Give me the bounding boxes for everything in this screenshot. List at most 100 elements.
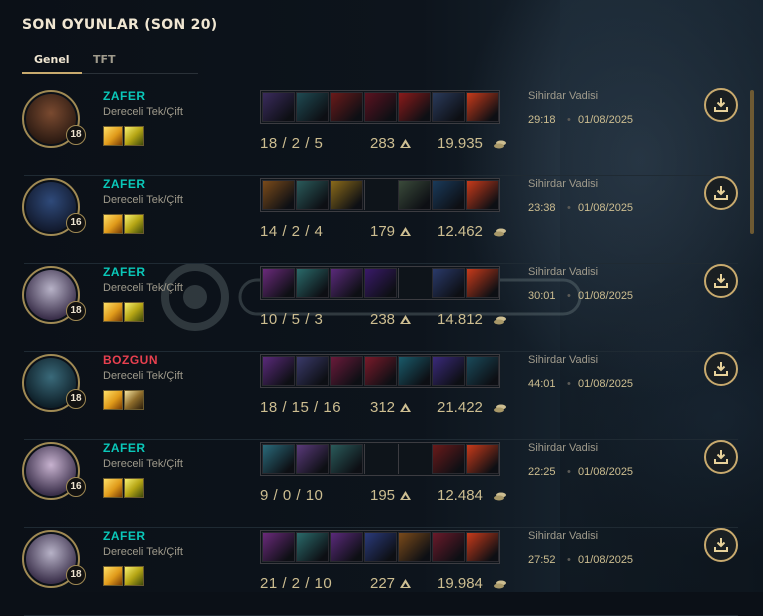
download-replay-button[interactable] — [704, 88, 738, 122]
minion-icon — [400, 227, 411, 236]
match-history-list: 18 ZAFER Dereceli Tek/Çift 18 / 2 / 5 28… — [22, 88, 742, 616]
download-icon — [714, 186, 728, 200]
download-icon — [714, 362, 728, 376]
item-slot-icon — [466, 92, 499, 122]
match-row[interactable]: 18 ZAFER Dereceli Tek/Çift 21 / 2 / 10 2… — [22, 528, 738, 616]
item-slot-icon — [364, 532, 397, 562]
empty-item-slot — [364, 444, 397, 474]
item-slot-icon — [262, 532, 295, 562]
scrollbar-thumb[interactable] — [750, 90, 754, 234]
gold-earned: 12.484 — [437, 487, 483, 504]
game-duration: 23:38 — [528, 202, 556, 214]
download-replay-button[interactable] — [704, 528, 738, 562]
gold-earned: 21.422 — [437, 399, 483, 416]
flash-spell-icon — [103, 214, 123, 234]
teleport-spell-icon — [124, 390, 144, 410]
creep-score: 283 — [370, 135, 396, 152]
gold-coins-icon — [494, 404, 506, 413]
game-date: 01/08/2025 — [578, 554, 634, 566]
download-replay-button[interactable] — [704, 264, 738, 298]
game-duration: 44:01 — [528, 378, 556, 390]
champion-level-badge: 18 — [66, 565, 86, 585]
kda-score: 18 / 2 / 5 — [260, 135, 324, 152]
item-slot-icon — [296, 180, 329, 210]
item-slot-icon — [296, 268, 329, 298]
game-duration: 27:52 — [528, 554, 556, 566]
scrollbar[interactable] — [750, 88, 754, 592]
queue-type: Dereceli Tek/Çift — [103, 546, 183, 558]
item-slot-icon — [330, 92, 363, 122]
summoner-spells — [103, 566, 147, 586]
item-slot-icon — [432, 268, 465, 298]
flash-spell-icon — [103, 302, 123, 322]
game-date: 01/08/2025 — [578, 378, 634, 390]
empty-item-slot — [398, 444, 431, 474]
item-slot-icon — [466, 532, 499, 562]
item-slot-icon — [364, 356, 397, 386]
item-slot-icon — [330, 268, 363, 298]
game-date: 01/08/2025 — [578, 114, 634, 126]
item-slot-icon — [466, 444, 499, 474]
item-slot-icon — [364, 268, 397, 298]
map-name: Sihirdar Vadisi — [528, 442, 599, 454]
game-date: 01/08/2025 — [578, 202, 634, 214]
match-result: ZAFER — [103, 529, 146, 543]
download-replay-button[interactable] — [704, 440, 738, 474]
flash-spell-icon — [103, 566, 123, 586]
summoner-spells — [103, 214, 147, 234]
summoner-spells — [103, 126, 147, 146]
gold-coins-icon — [494, 316, 506, 325]
map-name: Sihirdar Vadisi — [528, 530, 599, 542]
gold-coins-icon — [494, 580, 506, 589]
champion-level-badge: 18 — [66, 125, 86, 145]
download-replay-button[interactable] — [704, 352, 738, 386]
gold-coins-icon — [494, 492, 506, 501]
item-build — [260, 442, 500, 476]
download-replay-button[interactable] — [704, 176, 738, 210]
empty-item-slot — [398, 268, 431, 298]
kda-score: 18 / 15 / 16 — [260, 399, 342, 416]
kda-score: 9 / 0 / 10 — [260, 487, 324, 504]
match-row[interactable]: 18 ZAFER Dereceli Tek/Çift 10 / 5 / 3 23… — [22, 264, 738, 352]
item-slot-icon — [466, 180, 499, 210]
queue-type: Dereceli Tek/Çift — [103, 458, 183, 470]
tab-bar: Genel TFT — [22, 48, 198, 74]
download-icon — [714, 274, 728, 288]
item-slot-icon — [432, 92, 465, 122]
item-slot-icon — [330, 444, 363, 474]
item-build — [260, 354, 500, 388]
champion-level-badge: 16 — [66, 213, 86, 233]
minion-icon — [400, 403, 411, 412]
ignite-spell-icon — [124, 214, 144, 234]
gold-earned: 14.812 — [437, 311, 483, 328]
match-row[interactable]: 16 ZAFER Dereceli Tek/Çift 9 / 0 / 10 19… — [22, 440, 738, 528]
tab-genel[interactable]: Genel — [34, 53, 70, 66]
tab-tft[interactable]: TFT — [93, 53, 116, 66]
match-row[interactable]: 18 BOZGUN Dereceli Tek/Çift 18 / 15 / 16… — [22, 352, 738, 440]
item-slot-icon — [296, 92, 329, 122]
item-slot-icon — [262, 268, 295, 298]
item-slot-icon — [262, 356, 295, 386]
queue-type: Dereceli Tek/Çift — [103, 370, 183, 382]
gold-coins-icon — [494, 140, 506, 149]
item-slot-icon — [262, 92, 295, 122]
item-slot-icon — [262, 180, 295, 210]
map-name: Sihirdar Vadisi — [528, 90, 599, 102]
summoner-spells — [103, 302, 147, 322]
item-slot-icon — [364, 92, 397, 122]
item-slot-icon — [262, 444, 295, 474]
item-slot-icon — [398, 180, 431, 210]
match-row[interactable]: 18 ZAFER Dereceli Tek/Çift 18 / 2 / 5 28… — [22, 88, 738, 176]
separator-dot: • — [567, 554, 571, 566]
creep-score: 179 — [370, 223, 396, 240]
item-build — [260, 178, 500, 212]
item-slot-icon — [398, 92, 431, 122]
queue-type: Dereceli Tek/Çift — [103, 106, 183, 118]
match-row[interactable]: 16 ZAFER Dereceli Tek/Çift 14 / 2 / 4 17… — [22, 176, 738, 264]
page-title: SON OYUNLAR (SON 20) — [22, 17, 218, 33]
match-result: ZAFER — [103, 177, 146, 191]
queue-type: Dereceli Tek/Çift — [103, 194, 183, 206]
item-slot-icon — [398, 532, 431, 562]
game-date: 01/08/2025 — [578, 290, 634, 302]
item-slot-icon — [432, 356, 465, 386]
